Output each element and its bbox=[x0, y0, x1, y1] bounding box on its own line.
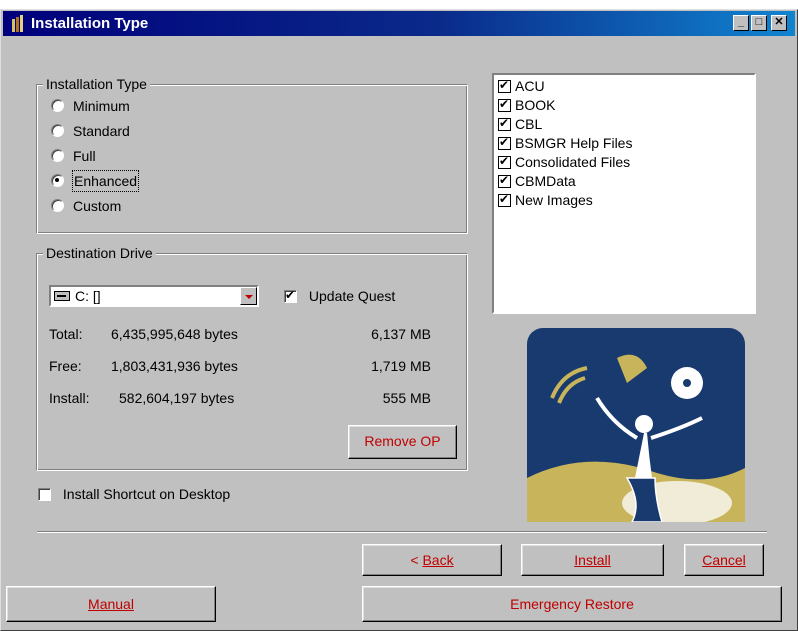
separator bbox=[37, 531, 767, 533]
window-title: Installation Type bbox=[31, 15, 149, 32]
list-item-label: BSMGR Help Files bbox=[515, 135, 633, 151]
list-item-label: New Images bbox=[515, 192, 593, 208]
radio-label: Custom bbox=[73, 198, 122, 214]
checkbox[interactable] bbox=[498, 116, 511, 131]
list-item[interactable]: CBMData bbox=[498, 172, 576, 191]
radio-circle[interactable] bbox=[51, 149, 64, 162]
list-item[interactable]: ACU bbox=[498, 77, 545, 96]
total-label: Total: bbox=[49, 326, 83, 342]
back-button-prefix: < bbox=[410, 552, 423, 568]
install-button-label: Install bbox=[574, 552, 611, 568]
checkbox[interactable] bbox=[498, 97, 511, 112]
install-label: Install: bbox=[49, 390, 90, 406]
close-button[interactable]: ✕ bbox=[771, 15, 787, 31]
cancel-button-label: Cancel bbox=[702, 552, 746, 568]
free-bytes: 1,803,431,936 bytes bbox=[111, 358, 238, 374]
checkbox[interactable] bbox=[498, 192, 511, 207]
radio-label: Standard bbox=[73, 123, 130, 139]
radio-circle-selected[interactable] bbox=[51, 174, 64, 187]
list-item[interactable]: Consolidated Files bbox=[498, 153, 630, 172]
drive-icon bbox=[54, 291, 70, 301]
list-item[interactable]: BSMGR Help Files bbox=[498, 134, 632, 153]
radio-label: Full bbox=[73, 148, 96, 164]
install-shortcut-checkbox[interactable]: Install Shortcut on Desktop bbox=[38, 485, 230, 503]
install-shortcut-label: Install Shortcut on Desktop bbox=[62, 486, 231, 502]
install-bytes: 582,604,197 bytes bbox=[119, 390, 235, 406]
list-item-label: CBMData bbox=[515, 173, 576, 189]
checkbox[interactable] bbox=[498, 154, 511, 169]
list-item[interactable]: BOOK bbox=[498, 96, 555, 115]
radio-circle[interactable] bbox=[51, 99, 64, 112]
list-item-label: Consolidated Files bbox=[515, 154, 631, 170]
free-label: Free: bbox=[49, 358, 82, 374]
list-item[interactable]: New Images bbox=[498, 191, 593, 210]
manual-button-label: Manual bbox=[88, 596, 134, 612]
radio-label: Enhanced bbox=[71, 170, 140, 192]
components-list[interactable]: ACU BOOK CBL BSMGR Help Files Consolidat… bbox=[492, 73, 756, 314]
list-item-label: BOOK bbox=[515, 97, 556, 113]
emergency-restore-button[interactable]: Emergency Restore bbox=[362, 586, 782, 622]
install-button[interactable]: Install bbox=[521, 544, 664, 576]
drive-select[interactable]: C: [] bbox=[49, 285, 259, 307]
cancel-button[interactable]: Cancel bbox=[684, 544, 764, 576]
update-quest-label: Update Quest bbox=[308, 288, 396, 304]
checkbox[interactable] bbox=[38, 488, 51, 501]
remove-op-button[interactable]: Remove OP bbox=[348, 425, 457, 459]
install-mb: 555 MB bbox=[382, 390, 431, 406]
installation-type-group: Installation Type Minimum Standard Full … bbox=[36, 76, 468, 234]
checkbox[interactable] bbox=[498, 173, 511, 188]
drive-select-value: C: [] bbox=[75, 288, 101, 304]
total-mb: 6,137 MB bbox=[371, 326, 431, 342]
checkbox[interactable] bbox=[498, 135, 511, 150]
back-button[interactable]: < Back bbox=[362, 544, 502, 576]
installer-illustration bbox=[527, 328, 745, 522]
total-bytes: 6,435,995,648 bytes bbox=[111, 326, 238, 342]
destination-drive-legend: Destination Drive bbox=[43, 245, 156, 261]
app-icon bbox=[12, 15, 23, 32]
radio-circle[interactable] bbox=[51, 124, 64, 137]
list-item-label: ACU bbox=[515, 78, 545, 94]
free-mb: 1,719 MB bbox=[371, 358, 431, 374]
radio-label: Minimum bbox=[73, 98, 130, 114]
list-item-label: CBL bbox=[515, 116, 543, 132]
update-quest-checkbox[interactable]: Update Quest bbox=[284, 287, 395, 305]
maximize-button[interactable]: □ bbox=[751, 15, 767, 31]
list-item[interactable]: CBL bbox=[498, 115, 542, 134]
chevron-down-icon[interactable] bbox=[240, 287, 257, 305]
installer-window: Installation Type _ □ ✕ Installation Typ… bbox=[0, 9, 798, 631]
minimize-button[interactable]: _ bbox=[733, 15, 749, 31]
radio-circle[interactable] bbox=[51, 199, 64, 212]
manual-button[interactable]: Manual bbox=[6, 586, 216, 622]
checkbox[interactable] bbox=[284, 288, 297, 303]
checkbox[interactable] bbox=[498, 78, 511, 93]
installation-type-legend: Installation Type bbox=[43, 76, 150, 92]
back-button-label: Back bbox=[422, 552, 454, 568]
title-bar[interactable]: Installation Type _ □ ✕ bbox=[3, 11, 795, 36]
